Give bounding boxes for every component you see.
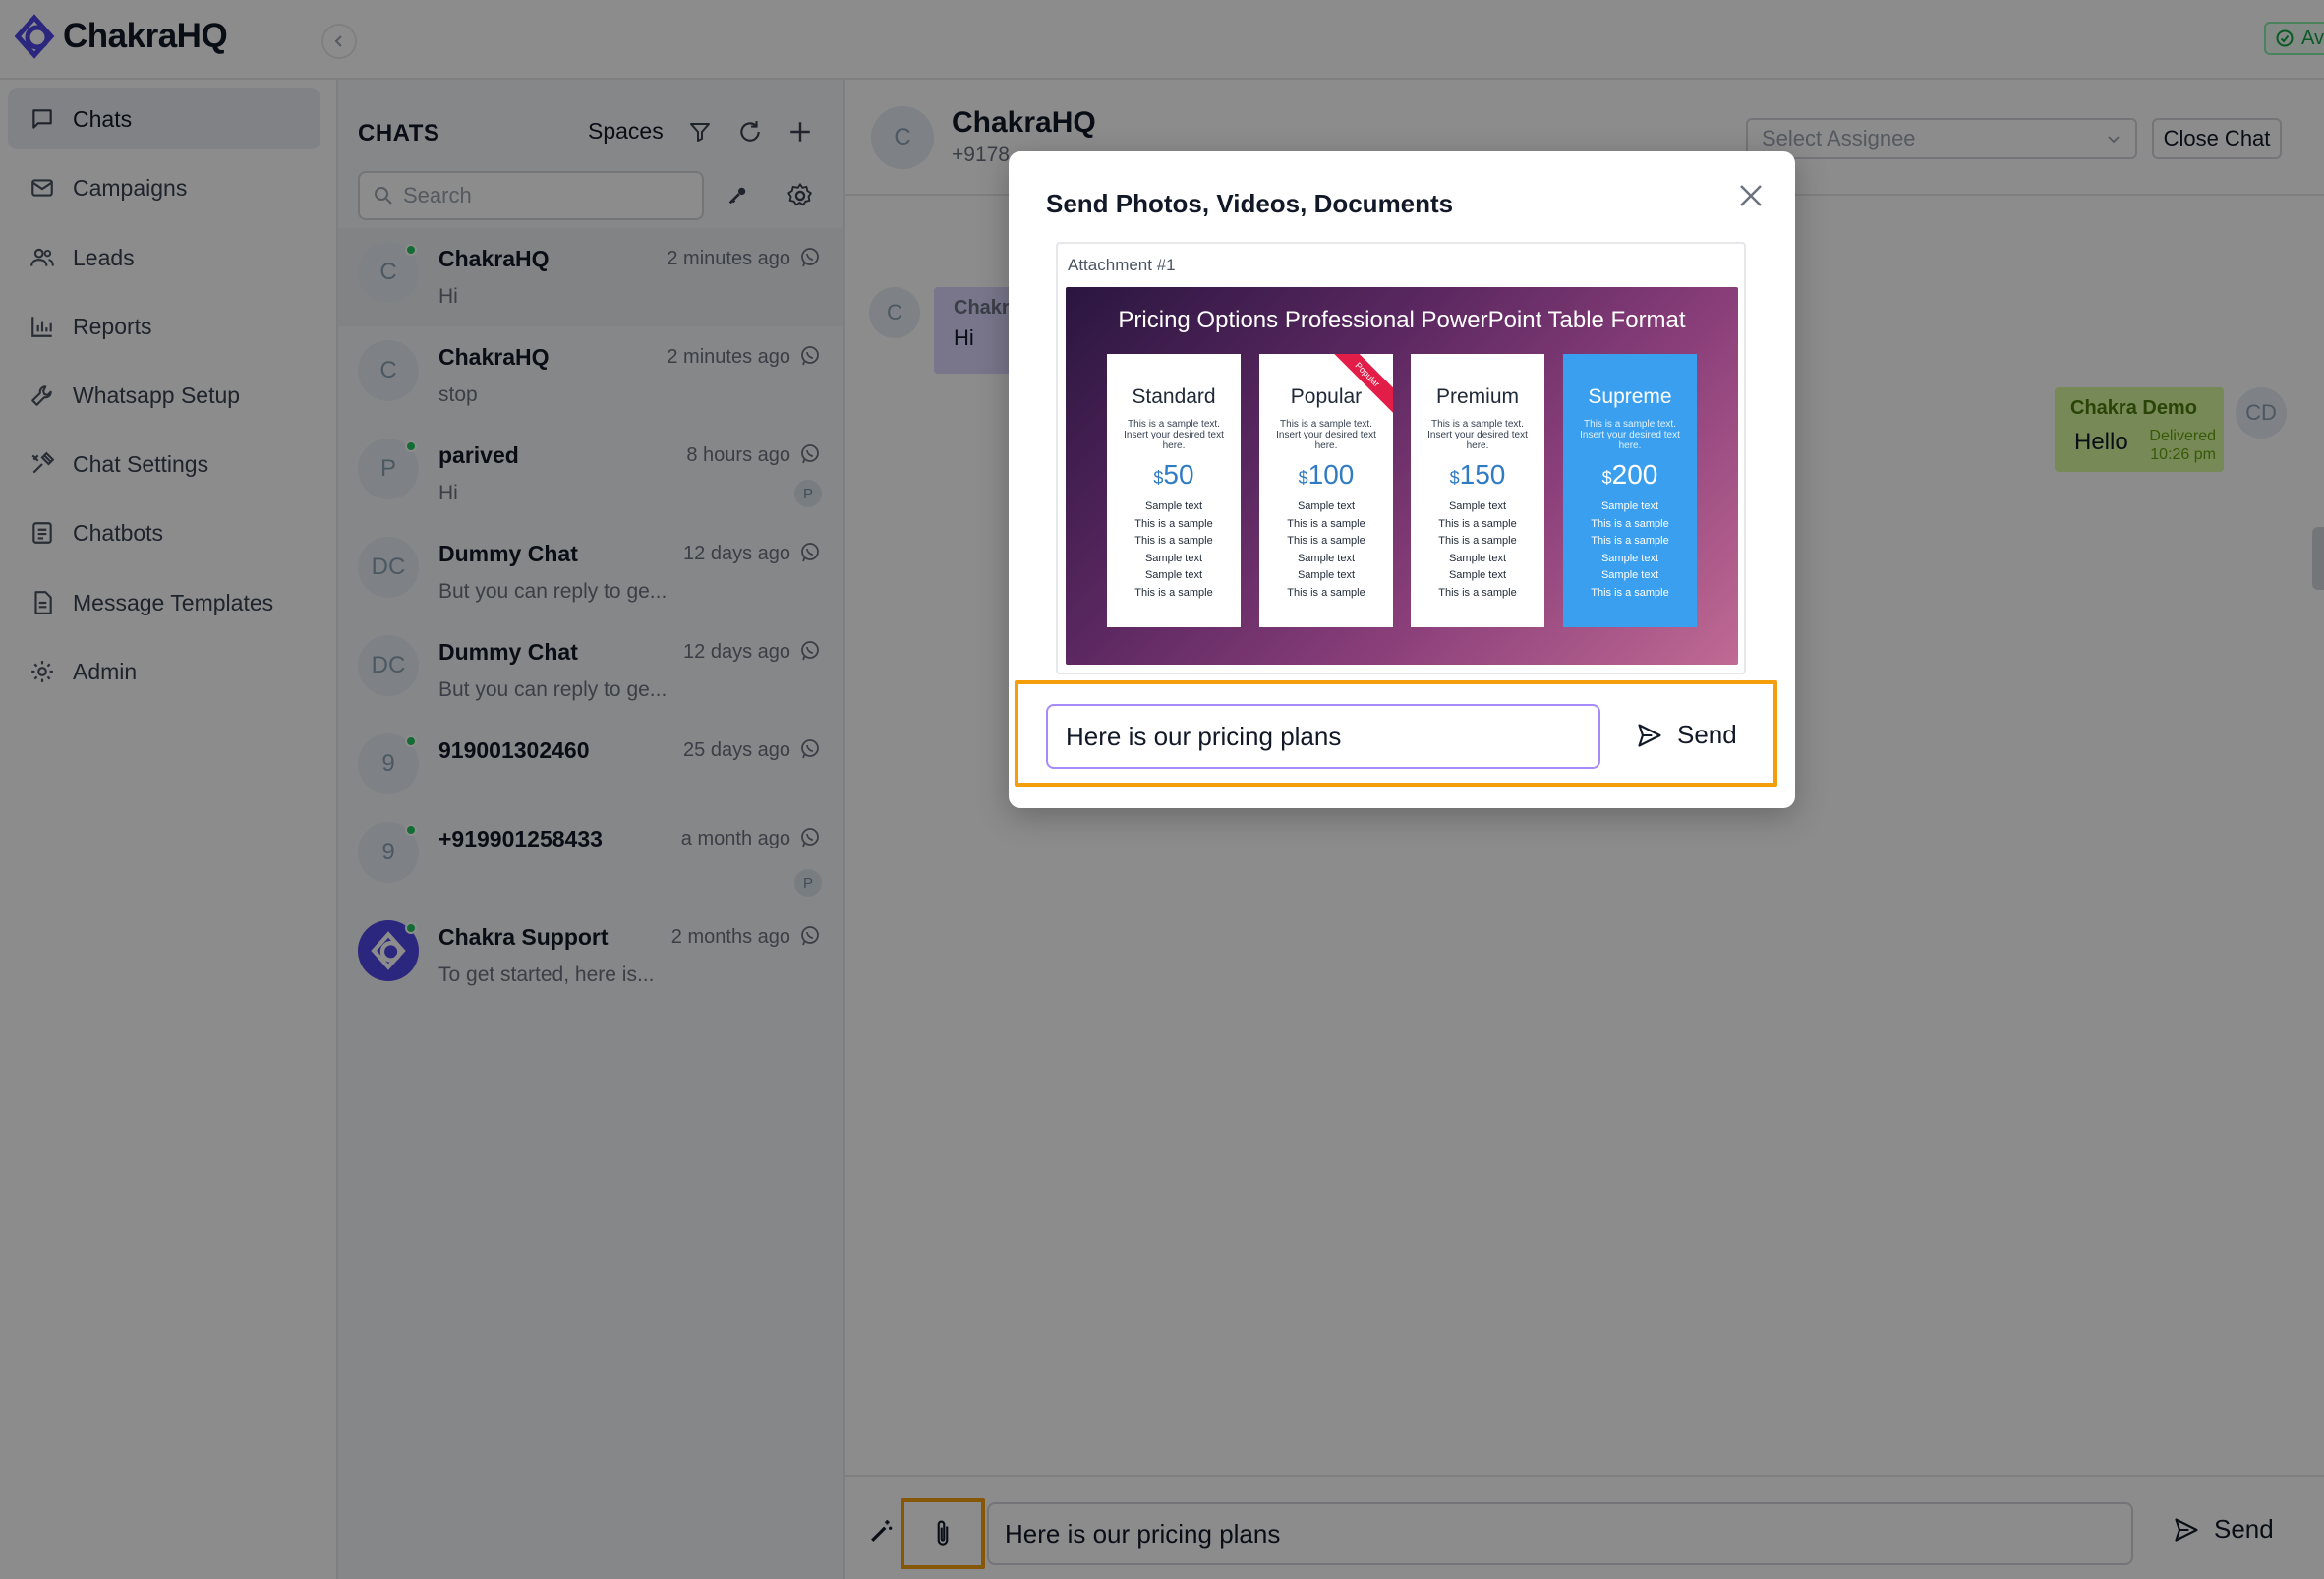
attachment-preview-image: Pricing Options Professional PowerPoint … (1066, 287, 1738, 665)
pricing-card-name: Supreme (1588, 385, 1672, 408)
pricing-card-price: $200 (1601, 459, 1658, 490)
pricing-card-price: $100 (1298, 459, 1355, 490)
pricing-card: Premium This is a sample text. Insert yo… (1411, 354, 1544, 627)
pricing-card: Standard This is a sample text. Insert y… (1107, 354, 1241, 627)
pricing-card-price: $150 (1449, 459, 1506, 490)
attachment-card: Attachment #1 Pricing Options Profession… (1056, 242, 1746, 674)
pricing-card-price: $50 (1153, 459, 1194, 490)
attachment-label: Attachment #1 (1068, 256, 1176, 274)
preview-title: Pricing Options Professional PowerPoint … (1118, 307, 1686, 333)
pricing-card-desc: This is a sample text. Insert your desir… (1276, 419, 1376, 451)
pricing-card-name: Standard (1132, 385, 1216, 408)
pricing-card-name: Premium (1435, 385, 1519, 408)
modal-title: Send Photos, Videos, Documents (1046, 189, 1454, 218)
pricing-card-lines: Sample text This is a sample This is a sam… (1438, 500, 1517, 599)
pricing-card: Popular Popular This is a sample text. I… (1259, 354, 1393, 627)
send-icon (1638, 723, 1661, 747)
pricing-card-desc: This is a sample text. Insert your desir… (1124, 419, 1224, 451)
pricing-card: Supreme This is a sample text. Insert yo… (1563, 354, 1697, 627)
pricing-card-lines: Sample text This is a sample This is a sam… (1591, 500, 1669, 599)
pricing-card-desc: This is a sample text. Insert your desir… (1580, 419, 1680, 451)
close-icon[interactable] (1736, 181, 1766, 210)
pricing-card-desc: This is a sample text. Insert your desir… (1427, 419, 1528, 451)
send-media-modal: Send Photos, Videos, Documents Attachmen… (1009, 151, 1795, 808)
modal-send-button[interactable]: Send (1636, 720, 1737, 750)
pricing-card-lines: Sample text This is a sample This is a sam… (1287, 500, 1365, 599)
send-label: Send (1677, 720, 1737, 749)
caption-value: Here is our pricing plans (1066, 721, 1342, 751)
pricing-card-lines: Sample text This is a sample This is a sam… (1134, 500, 1213, 599)
caption-input[interactable]: Here is our pricing plans (1046, 704, 1600, 769)
